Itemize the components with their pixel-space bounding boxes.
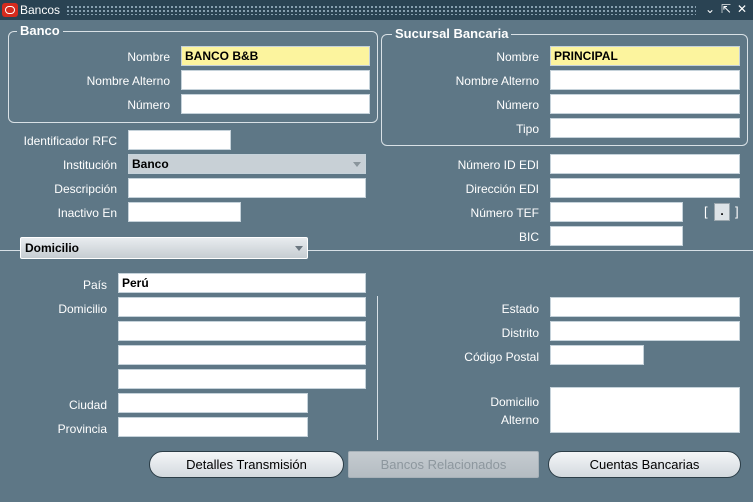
banco-numero-field[interactable] [181,94,370,114]
sucursal-numero-field[interactable] [550,94,740,114]
sucursal-nombre-label: Nombre [496,50,539,64]
domicilio-line-3-field[interactable] [118,345,366,365]
domicilio-region-select[interactable]: Domicilio [20,237,308,259]
sucursal-nombre-field[interactable]: PRINCIPAL [550,46,740,66]
numero-edi-label: Número ID EDI [457,158,539,172]
cuentas-bancarias-button[interactable]: Cuentas Bancarias [548,451,741,478]
column-divider [377,296,378,440]
sucursal-tipo-field[interactable] [550,118,740,138]
institucion-select[interactable]: Banco [128,154,366,174]
bancos-relacionados-button[interactable]: Bancos Relacionados [348,451,539,478]
sucursal-tipo-label: Tipo [516,122,539,136]
banco-numero-label: Número [127,98,170,112]
chevron-down-icon [353,162,361,167]
numero-edi-field[interactable] [550,154,740,174]
banco-nombre-alterno-field[interactable] [181,70,370,90]
domicilio-alterno-field[interactable] [550,387,740,433]
inactivo-field[interactable] [128,202,241,222]
estado-field[interactable] [550,297,740,317]
bic-field[interactable] [550,226,683,246]
maximize-icon[interactable]: ⇱ [719,2,733,17]
banco-nombre-label: Nombre [127,50,170,64]
domicilio-region-value: Domicilio [25,241,80,255]
pais-label: País [82,278,107,292]
title-bar-grip [66,5,696,15]
provincia-label: Provincia [57,422,107,436]
close-icon[interactable]: ✕ [735,2,749,17]
estado-label: Estado [501,302,539,316]
banco-nombre-field[interactable]: BANCO B&B [181,46,370,66]
domicilio-alterno-label-1: Domicilio [490,395,539,409]
distrito-label: Distrito [501,326,539,340]
bic-label: BIC [518,230,539,244]
institucion-label: Institución [62,158,117,172]
sucursal-nombre-alterno-label: Nombre Alterno [455,74,539,88]
provincia-field[interactable] [118,417,308,437]
direccion-edi-field[interactable] [550,178,740,198]
institucion-value: Banco [132,157,169,171]
codigo-postal-field[interactable] [550,345,644,365]
sucursal-numero-label: Número [496,98,539,112]
domicilio-alterno-label-2: Alterno [500,413,539,427]
rfc-field[interactable] [128,130,231,150]
inactivo-label: Inactivo En [57,206,117,220]
chevron-down-icon [295,246,303,251]
domicilio-label: Domicilio [58,302,107,316]
title-bar[interactable]: Bancos ⌄ ⇱ ✕ [0,0,753,20]
minimize-icon[interactable]: ⌄ [703,2,717,17]
banco-frame-title: Banco [17,23,63,38]
detalles-transmision-button[interactable]: Detalles Transmisión [149,451,344,478]
descripcion-field[interactable] [128,178,366,198]
window-title: Bancos [20,3,61,17]
numero-tef-field[interactable] [550,202,683,222]
codigo-postal-label: Código Postal [464,350,539,364]
bancos-window: Bancos ⌄ ⇱ ✕ Banco Nombre BANCO B&B Nomb… [0,0,753,502]
rfc-label: Identificador RFC [23,134,117,148]
domicilio-line-4-field[interactable] [118,369,366,389]
sucursal-frame-title: Sucursal Bancaria [392,26,512,41]
banco-nombre-alterno-label: Nombre Alterno [86,74,170,88]
oracle-logo-icon [2,3,18,17]
numero-tef-label: Número TEF [470,206,539,220]
ciudad-label: Ciudad [68,398,107,412]
tef-bracket-right: ] [735,204,739,219]
descripcion-label: Descripción [54,182,117,196]
tef-bracket-left: [ [704,204,708,219]
domicilio-line-2-field[interactable] [118,321,366,341]
distrito-field[interactable] [550,321,740,341]
tef-button[interactable]: . [714,203,730,221]
direccion-edi-label: Dirección EDI [465,182,539,196]
ciudad-field[interactable] [118,393,308,413]
sucursal-nombre-alterno-field[interactable] [550,70,740,90]
pais-field[interactable]: Perú [118,273,366,293]
domicilio-line-1-field[interactable] [118,297,366,317]
